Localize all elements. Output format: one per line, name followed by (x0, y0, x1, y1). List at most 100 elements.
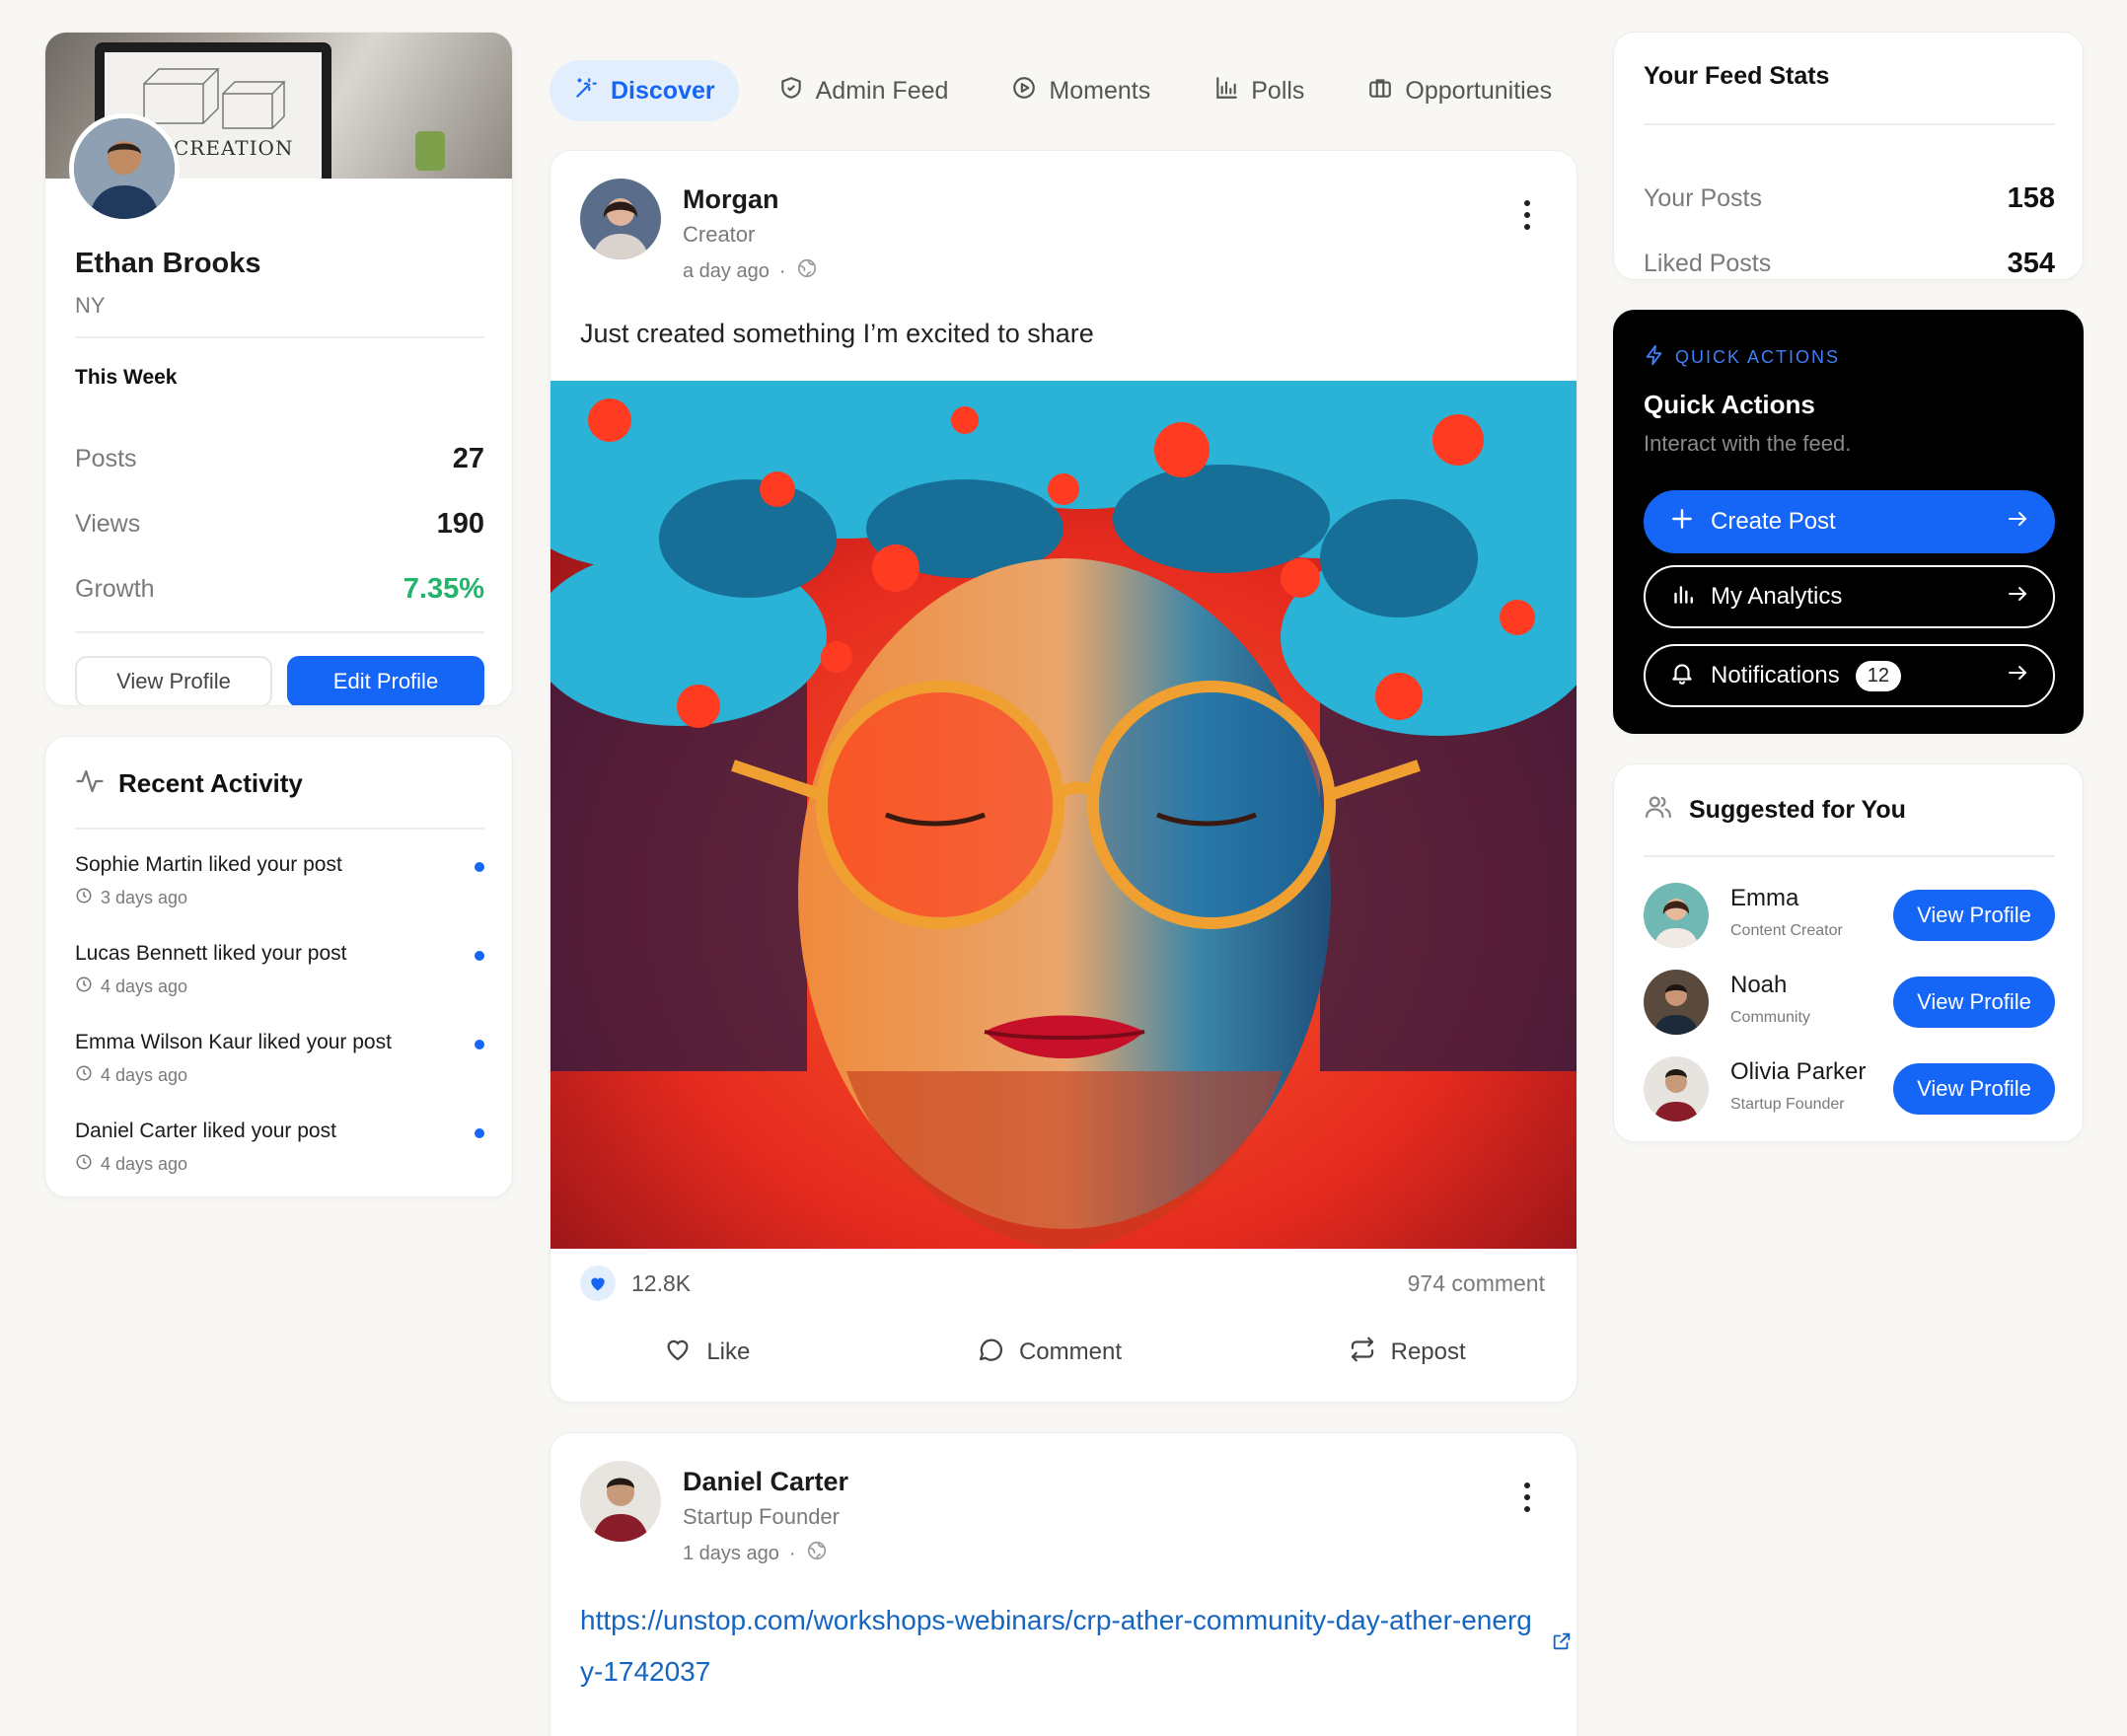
quick-actions-subtitle: Interact with the feed. (1644, 431, 1852, 456)
post-actions: Like Comment Repost (550, 1325, 1577, 1380)
clock-icon (75, 1064, 93, 1087)
tab-label: Opportunities (1405, 76, 1553, 105)
shield-icon (778, 75, 804, 108)
repost-button[interactable]: Repost (1328, 1327, 1486, 1379)
comment-icon (976, 1335, 1005, 1371)
avatar[interactable] (1644, 970, 1709, 1035)
stat-growth: Growth 7.35% (75, 573, 484, 606)
activity-item[interactable]: Lucas Bennett liked your post 4 days ago (75, 942, 484, 998)
button-label: My Analytics (1711, 583, 1843, 610)
cover-plant (415, 131, 445, 171)
feed-stat-your-posts: Your Posts 158 (1644, 182, 2055, 215)
avatar[interactable] (1644, 883, 1709, 948)
external-link-icon[interactable] (1551, 1630, 1573, 1657)
edit-profile-button[interactable]: Edit Profile (287, 656, 484, 705)
globe-icon (806, 1540, 828, 1567)
feed-stat-label: Your Posts (1644, 184, 1762, 212)
stat-label: Posts (75, 445, 137, 472)
feed-stats-title: Your Feed Stats (1644, 62, 1830, 90)
post-menu-button[interactable] (1517, 200, 1537, 230)
recent-activity-card: Recent Activity Sophie Martin liked your… (44, 736, 513, 1197)
view-profile-button[interactable]: View Profile (1893, 976, 2055, 1028)
post-artwork (550, 381, 1577, 1249)
post-timestamp: a day ago · (683, 257, 818, 285)
activity-item[interactable]: Daniel Carter liked your post 4 days ago (75, 1120, 484, 1176)
activity-time-text: 4 days ago (101, 976, 188, 996)
post-author-avatar[interactable] (580, 1461, 661, 1542)
view-profile-button[interactable]: View Profile (1893, 890, 2055, 941)
users-icon (1644, 792, 1673, 829)
avatar[interactable] (1644, 1056, 1709, 1121)
comments-count[interactable]: 974 comment (1408, 1270, 1545, 1297)
unread-dot (475, 1128, 484, 1138)
activity-item[interactable]: Sophie Martin liked your post 3 days ago (75, 853, 484, 909)
tab-polls[interactable]: Polls (1190, 60, 1328, 121)
post-author-name[interactable]: Morgan (683, 184, 779, 215)
view-profile-button[interactable]: View Profile (75, 656, 272, 705)
notification-count-badge: 12 (1855, 660, 1901, 691)
create-post-button[interactable]: Create Post (1644, 490, 2055, 553)
view-profile-button[interactable]: View Profile (1893, 1063, 2055, 1115)
analytics-icon (1669, 581, 1695, 614)
notifications-button[interactable]: Notifications 12 (1644, 644, 2055, 707)
stat-value: 7.35% (403, 573, 484, 605)
cover-monitor-text: CREATION (174, 136, 294, 160)
post-author-avatar[interactable] (580, 179, 661, 259)
feed-stat-liked-posts: Liked Posts 354 (1644, 248, 2055, 280)
more-vertical-icon (1524, 212, 1530, 218)
stat-posts: Posts 27 (75, 443, 484, 475)
suggested-card: Suggested for You Emma Content Creator V… (1613, 763, 2084, 1142)
suggested-name[interactable]: Noah (1730, 972, 1787, 999)
quick-actions-title: Quick Actions (1644, 390, 1815, 419)
like-button[interactable]: Like (643, 1327, 770, 1379)
tab-label: Admin Feed (815, 76, 949, 105)
stat-label: Views (75, 510, 141, 538)
feed-stats-card: Your Feed Stats Your Posts 158 Liked Pos… (1613, 32, 2084, 280)
suggested-name[interactable]: Emma (1730, 885, 1798, 912)
post-image[interactable] (550, 381, 1577, 1249)
bar-chart-icon (1213, 75, 1239, 108)
activity-text: Lucas Bennett liked your post (75, 942, 347, 965)
post-author-role: Startup Founder (683, 1504, 840, 1529)
activity-time-text: 4 days ago (101, 1065, 188, 1085)
arrow-right-icon (2006, 582, 2029, 613)
post-card: Daniel Carter Startup Founder 1 days ago… (550, 1432, 1577, 1736)
more-vertical-icon (1524, 1506, 1530, 1512)
play-circle-icon (1011, 75, 1037, 108)
my-analytics-button[interactable]: My Analytics (1644, 565, 2055, 628)
post-author-name[interactable]: Daniel Carter (683, 1467, 848, 1497)
more-vertical-icon (1524, 200, 1530, 206)
comment-button[interactable]: Comment (956, 1327, 1141, 1379)
feed-stat-value: 158 (2007, 182, 2055, 214)
clock-icon (75, 976, 93, 998)
activity-time-text: 4 days ago (101, 1154, 188, 1174)
stat-value: 190 (436, 508, 484, 540)
activity-time: 3 days ago (75, 887, 484, 909)
tab-label: Moments (1049, 76, 1151, 105)
stat-label: Growth (75, 575, 155, 603)
avatar[interactable] (69, 113, 180, 224)
post-menu-button[interactable] (1517, 1483, 1537, 1512)
bell-icon (1669, 660, 1695, 692)
activity-item[interactable]: Emma Wilson Kaur liked your post 4 days … (75, 1031, 484, 1087)
tab-admin-feed[interactable]: Admin Feed (755, 60, 973, 121)
unread-dot (475, 862, 484, 872)
more-vertical-icon (1524, 1483, 1530, 1488)
lightning-icon (1644, 344, 1665, 371)
post-card: Morgan Creator a day ago · Just created … (550, 150, 1577, 1403)
divider (75, 631, 484, 633)
suggested-header: Suggested for You (1644, 792, 1906, 829)
tab-opportunities[interactable]: Opportunities (1344, 60, 1576, 121)
tab-discover[interactable]: Discover (550, 60, 739, 121)
post-text: Just created something I’m excited to sh… (580, 319, 1094, 348)
post-likes[interactable]: 12.8K (580, 1266, 691, 1301)
tab-moments[interactable]: Moments (988, 60, 1174, 121)
activity-time: 4 days ago (75, 1064, 484, 1087)
post-time-text: a day ago (683, 259, 770, 282)
likes-count: 12.8K (631, 1269, 692, 1296)
briefcase-icon (1367, 75, 1393, 108)
post-link[interactable]: https://unstop.com/workshops-webinars/cr… (580, 1595, 1537, 1698)
suggested-name[interactable]: Olivia Parker (1730, 1058, 1866, 1086)
stat-value: 27 (452, 443, 484, 474)
suggested-role: Community (1730, 1009, 1810, 1026)
